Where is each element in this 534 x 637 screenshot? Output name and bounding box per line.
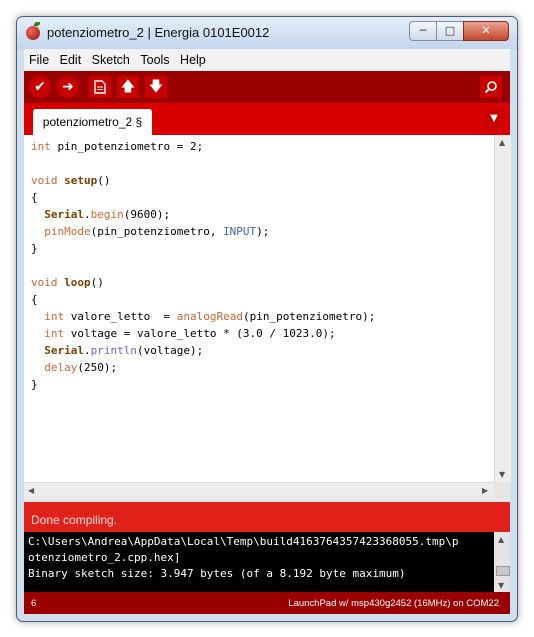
menu-tools[interactable]: Tools: [140, 53, 169, 67]
code-token-type: void: [31, 174, 58, 187]
close-button[interactable]: ✕: [463, 21, 509, 41]
code-token-constant: INPUT: [223, 225, 257, 238]
scroll-right-arrow-icon[interactable]: ▶: [482, 486, 488, 495]
editor-vertical-scrollbar[interactable]: ▲ ▼: [494, 135, 511, 482]
scrollbar-corner: [494, 482, 510, 498]
open-button[interactable]: 🡅: [117, 76, 139, 98]
toolbar: ✔ ➜ 🡅 🡇: [24, 71, 510, 103]
status-message: Done compiling.: [31, 513, 118, 527]
code-token-function: analogRead: [176, 310, 243, 323]
status-bar: Done compiling.: [24, 502, 510, 532]
ide-window: potenziometro_2 | Energia 0101E0012 ─ □ …: [16, 16, 518, 622]
console-scroll-down-arrow-icon[interactable]: ▼: [498, 581, 504, 590]
code-token-function: delay: [44, 361, 78, 374]
scroll-up-arrow-icon[interactable]: ▲: [499, 138, 505, 147]
console-scroll-thumb[interactable]: [496, 566, 510, 576]
app-icon-leaf: [34, 22, 40, 26]
code-token-function: loop: [64, 276, 91, 289]
menu-help[interactable]: Help: [180, 53, 206, 67]
arrow-right-icon: ➜: [62, 79, 74, 95]
code-token-method: begin: [90, 208, 124, 221]
code-token-type: int: [44, 310, 65, 323]
board-info: LaunchPad w/ msp430g2452 (16MHz) on COM2…: [288, 598, 499, 609]
title-bar[interactable]: potenziometro_2 | Energia 0101E0012 ─ □ …: [17, 17, 517, 49]
tab-menu-button[interactable]: ▼: [485, 110, 503, 128]
minimize-button[interactable]: ─: [409, 21, 437, 41]
line-number: 6: [31, 598, 37, 609]
console-scroll-up-arrow-icon[interactable]: ▲: [498, 535, 504, 544]
console-line: C:\Users\Andrea\AppData\Local\Temp\build…: [28, 535, 459, 548]
tab-bar: potenziometro_2 § ▼: [24, 103, 510, 135]
scroll-left-arrow-icon[interactable]: ◀: [28, 486, 34, 495]
editor-horizontal-scrollbar[interactable]: ◀ ▶: [24, 482, 494, 499]
code-text: int pin_potenziometro = 2; void setup() …: [31, 140, 376, 391]
arrow-up-icon: 🡅: [120, 79, 136, 95]
code-token-method: println: [90, 344, 137, 357]
code-token-serial: Serial: [44, 208, 84, 221]
bottom-bar: 6 LaunchPad w/ msp430g2452 (16MHz) on CO…: [24, 592, 510, 614]
window-title: potenziometro_2 | Energia 0101E0012: [47, 25, 270, 40]
code-editor[interactable]: int pin_potenziometro = 2; void setup() …: [24, 135, 494, 482]
menu-sketch[interactable]: Sketch: [92, 53, 130, 67]
console-text: C:\Users\Andrea\AppData\Local\Temp\build…: [28, 534, 458, 582]
maximize-button[interactable]: □: [436, 21, 464, 41]
code-token-function: setup: [64, 174, 98, 187]
document-icon: [94, 80, 106, 94]
serial-monitor-button[interactable]: [480, 76, 502, 98]
code-token-function: pinMode: [44, 225, 91, 238]
scroll-down-arrow-icon[interactable]: ▼: [499, 470, 505, 479]
tab-potenziometro-2[interactable]: potenziometro_2 §: [33, 109, 152, 135]
code-token-type: int: [44, 327, 65, 340]
arrow-down-icon: 🡇: [148, 79, 164, 95]
code-token-type: void: [31, 276, 58, 289]
menu-edit[interactable]: Edit: [60, 53, 82, 67]
console-scrollbar[interactable]: ▲ ▼: [494, 532, 510, 592]
code-token-serial: Serial: [44, 344, 84, 357]
console-line: otenziometro_2.cpp.hex]: [28, 551, 181, 564]
energia-app-icon: [26, 26, 40, 40]
new-button[interactable]: [89, 76, 111, 98]
triangle-down-icon: ▼: [490, 113, 498, 124]
code-token-type: int: [31, 140, 51, 153]
console-output[interactable]: C:\Users\Andrea\AppData\Local\Temp\build…: [24, 532, 494, 592]
menu-bar: File Edit Sketch Tools Help: [24, 49, 510, 71]
check-icon: ✔: [34, 79, 46, 95]
magnifier-icon: [484, 81, 497, 94]
save-button[interactable]: 🡇: [145, 76, 167, 98]
upload-button[interactable]: ➜: [57, 76, 79, 98]
verify-button[interactable]: ✔: [29, 76, 51, 98]
console-line: Binary sketch size: 3.947 bytes (of a 8.…: [28, 567, 406, 580]
menu-file[interactable]: File: [29, 53, 49, 67]
